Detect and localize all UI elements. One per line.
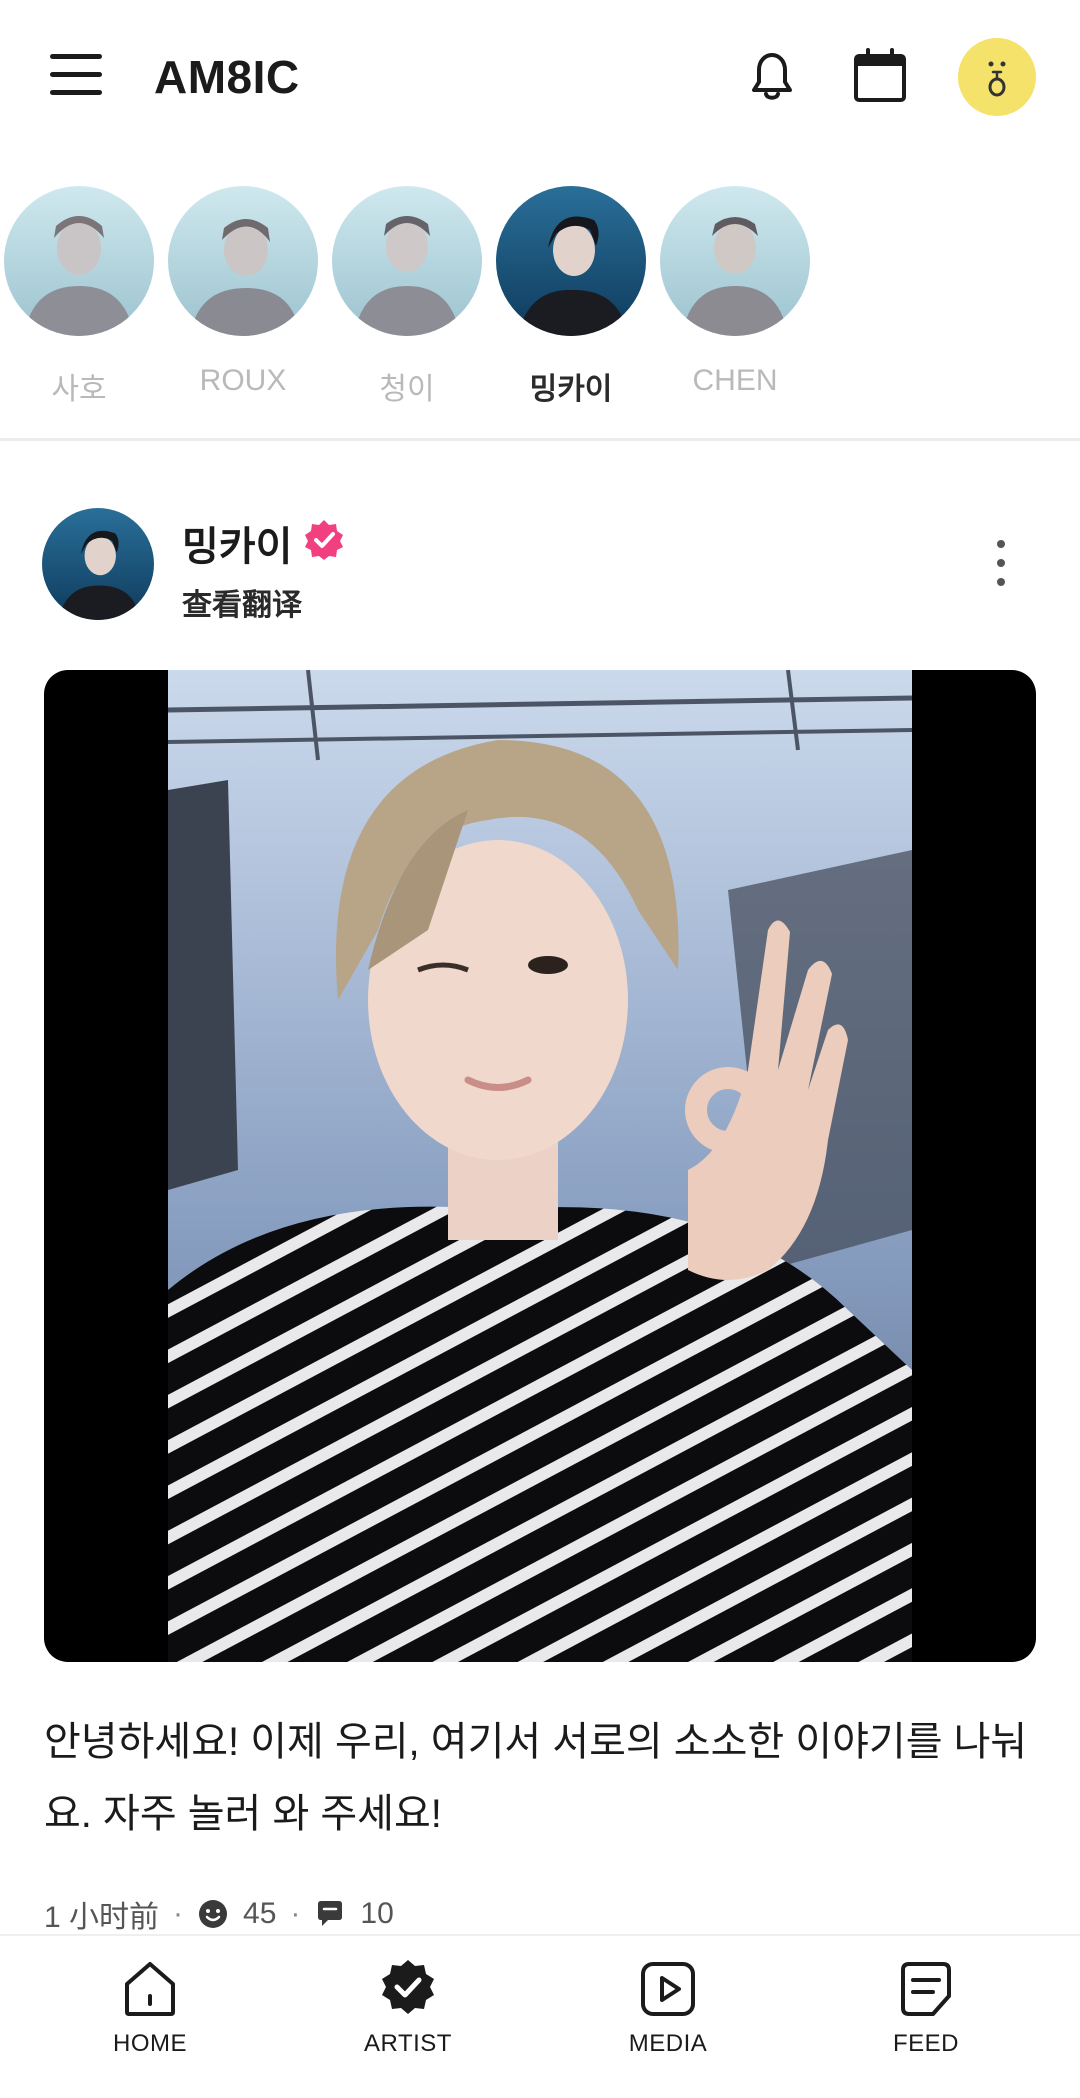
post-media[interactable] — [44, 670, 1036, 1662]
author-name[interactable]: 밍카이 — [182, 514, 292, 572]
verified-badge-icon — [305, 520, 343, 560]
story-name: 사호 — [51, 373, 107, 406]
calendar-icon[interactable] — [848, 44, 912, 108]
separator-dot: · — [290, 1897, 301, 1930]
post-time: 1 小时前 — [44, 1901, 160, 1934]
more-options-icon[interactable] — [986, 540, 1016, 600]
artist-avatar — [660, 186, 810, 336]
story-name: 밍카이 — [529, 373, 613, 406]
artist-avatar — [4, 186, 154, 336]
tab-home[interactable]: HOME — [60, 1956, 240, 2058]
story-chen[interactable]: CHEN — [660, 186, 810, 398]
feed-icon — [901, 1962, 951, 2016]
post-meta: 1 小时前 · 45 · 10 — [44, 1890, 394, 1938]
artist-avatar — [496, 186, 646, 336]
post-photo — [168, 670, 912, 1662]
divider — [0, 438, 1080, 441]
artist-badge-icon — [382, 1960, 434, 2014]
profile-avatar[interactable] — [958, 38, 1036, 116]
artist-avatar — [332, 186, 482, 336]
artist-stories: 사호 ROUX 청이 밍카이 CHEN — [0, 186, 1080, 410]
tab-label: ARTIST — [364, 2030, 452, 2057]
tab-label: FEED — [892, 2030, 959, 2057]
post-body: 안녕하세요! 이제 우리, 여기서 서로의 소소한 이야기를 나눠요. 자주 놀… — [44, 1720, 1028, 1836]
story-roux[interactable]: ROUX — [168, 186, 318, 398]
app-title: AM8IC — [154, 51, 300, 103]
tab-media[interactable]: MEDIA — [578, 1956, 758, 2058]
tab-feed[interactable]: FEED — [836, 1956, 1016, 2058]
comment-icon[interactable] — [314, 1898, 346, 1930]
bell-icon[interactable] — [740, 44, 804, 108]
story-mingkai[interactable]: 밍카이 — [496, 186, 646, 408]
story-saho[interactable]: 사호 — [4, 186, 154, 408]
post-header: 밍카이 查看翻译 — [0, 500, 1080, 630]
reaction-count: 45 — [243, 1897, 277, 1930]
face-icon — [988, 61, 1006, 97]
translate-link[interactable]: 查看翻译 — [182, 580, 302, 624]
smile-reaction-icon[interactable] — [197, 1898, 229, 1930]
top-bar: AM8IC — [0, 0, 1080, 154]
tab-label: HOME — [113, 2030, 187, 2057]
artist-avatar — [168, 186, 318, 336]
story-cheongi[interactable]: 청이 — [332, 186, 482, 408]
comment-count: 10 — [360, 1897, 394, 1930]
tab-artist[interactable]: ARTIST — [318, 1956, 498, 2058]
separator-dot: · — [173, 1897, 184, 1930]
tab-label: MEDIA — [628, 2030, 708, 2057]
home-icon — [125, 1962, 175, 2016]
bottom-tab-bar: HOME ARTIST MEDIA FEED — [0, 1934, 1080, 2098]
play-icon — [641, 1962, 695, 2016]
story-name: 청이 — [379, 373, 435, 406]
story-name: CHEN — [692, 364, 778, 397]
story-name: ROUX — [199, 364, 287, 397]
menu-icon[interactable] — [50, 52, 102, 100]
author-avatar[interactable] — [42, 508, 154, 620]
